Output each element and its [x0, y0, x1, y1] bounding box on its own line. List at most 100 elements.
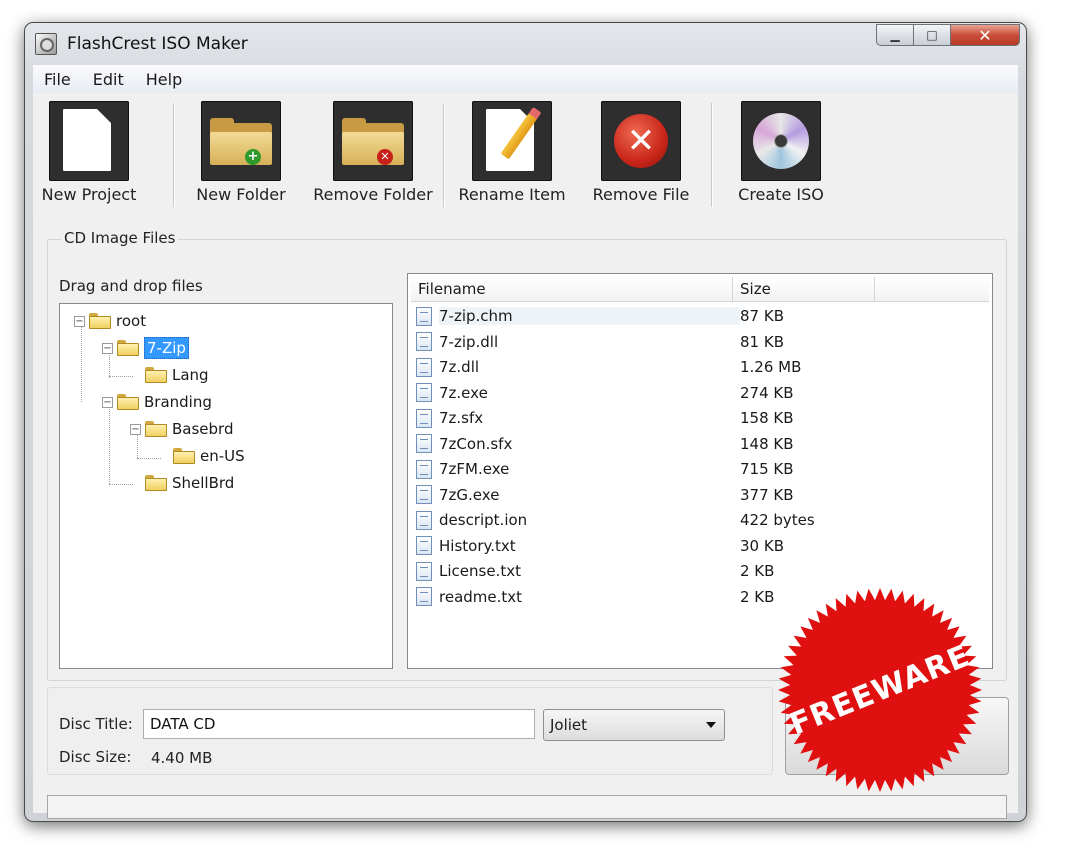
collapse-icon[interactable]: − — [102, 396, 113, 408]
tree-node-en-us[interactable]: en-US — [173, 445, 245, 467]
group-label: CD Image Files — [61, 229, 179, 247]
file-size: 158 KB — [740, 409, 794, 427]
folder-add-icon: + — [201, 101, 281, 181]
create-iso-button[interactable]: Create ISO — [733, 101, 829, 207]
filesystem-select[interactable]: Joliet — [543, 709, 725, 741]
new-folder-label: New Folder — [196, 185, 286, 204]
tree-label: Basebrd — [172, 420, 234, 438]
file-icon — [416, 306, 432, 326]
new-page-icon — [49, 101, 129, 181]
file-icon — [416, 408, 432, 428]
collapse-icon[interactable]: − — [74, 315, 85, 327]
tree-node-shellbrd[interactable]: ShellBrd — [145, 472, 234, 494]
new-folder-button[interactable]: + New Folder — [193, 101, 289, 207]
tree-label: ShellBrd — [172, 474, 235, 492]
chevron-down-icon — [706, 722, 716, 728]
file-size: 30 KB — [740, 536, 784, 555]
rename-item-button[interactable]: Rename Item — [457, 101, 567, 207]
column-filename[interactable]: Filename — [411, 277, 733, 301]
column-header: Filename Size — [411, 277, 989, 302]
tree-label: 7-Zip — [144, 337, 189, 359]
freeware-seal: FREEWARE — [776, 586, 984, 794]
menu-help[interactable]: Help — [135, 70, 193, 89]
file-icon — [416, 459, 432, 479]
file-size: 274 KB — [740, 383, 794, 402]
file-icon — [416, 434, 432, 453]
minimize-button[interactable]: ▁ — [876, 24, 914, 46]
file-name: History.txt — [439, 536, 516, 555]
create-iso-label: Create ISO — [738, 185, 824, 204]
tree-node-basebrd[interactable]: − Basebrd — [130, 418, 233, 440]
caption-buttons: ▁ □ ✕ — [876, 24, 1020, 46]
new-project-button[interactable]: New Project — [41, 101, 137, 207]
file-row[interactable]: 7zFM.exe 715 KB — [414, 457, 984, 481]
collapse-icon[interactable]: − — [102, 342, 113, 354]
file-size: 422 bytes — [740, 511, 815, 529]
disc-size-label: Disc Size: — [59, 748, 132, 766]
file-name: 7z.exe — [439, 383, 488, 402]
toolbar-separator — [443, 103, 445, 207]
new-project-label: New Project — [41, 185, 137, 204]
column-size[interactable]: Size — [733, 277, 875, 301]
file-name: 7-zip.dll — [439, 332, 499, 351]
tree-label: Branding — [144, 393, 212, 411]
file-icon — [416, 510, 432, 530]
file-size: 148 KB — [740, 434, 794, 453]
file-icon — [416, 332, 432, 351]
disc-icon — [741, 101, 821, 181]
file-row[interactable]: descript.ion 422 bytes — [414, 508, 984, 532]
file-row[interactable]: 7-zip.dll 81 KB — [414, 330, 984, 354]
file-name: 7z.dll — [439, 358, 480, 376]
close-button[interactable]: ✕ — [950, 24, 1020, 46]
file-name: 7z.sfx — [439, 409, 484, 427]
disc-title-input[interactable] — [143, 709, 535, 739]
file-icon — [416, 383, 432, 402]
remove-file-button[interactable]: ✕ Remove File — [589, 101, 693, 207]
column-empty — [875, 277, 985, 301]
file-icon — [416, 536, 432, 555]
maximize-button[interactable]: □ — [913, 24, 951, 46]
file-row[interactable]: 7zG.exe 377 KB — [414, 483, 984, 507]
folder-icon — [117, 340, 139, 356]
file-row[interactable]: 7z.exe 274 KB — [414, 381, 984, 405]
file-name: 7-zip.chm — [439, 307, 740, 325]
file-size: 1.26 MB — [740, 358, 802, 376]
menu-edit[interactable]: Edit — [82, 70, 135, 89]
tree-label: en-US — [200, 447, 245, 465]
title-bar[interactable]: FlashCrest ISO Maker ▁ □ ✕ — [25, 23, 1026, 65]
file-name: License.txt — [439, 562, 521, 580]
file-icon — [416, 357, 432, 377]
menu-bar: File Edit Help — [33, 65, 1018, 94]
remove-folder-label: Remove Folder — [313, 185, 433, 204]
file-name: readme.txt — [439, 587, 523, 606]
tree-node-lang[interactable]: Lang — [145, 364, 209, 386]
file-icon — [416, 561, 432, 581]
menu-file[interactable]: File — [33, 70, 82, 89]
folder-tree[interactable]: − root − 7-Zip Lang − Branding − Basebrd… — [59, 303, 393, 669]
file-name: 7zCon.sfx — [439, 434, 513, 453]
remove-x-icon: ✕ — [601, 101, 681, 181]
file-icon — [416, 587, 432, 606]
file-row[interactable]: 7z.sfx 158 KB — [414, 406, 984, 430]
folder-icon — [117, 394, 139, 410]
app-icon — [35, 33, 57, 55]
remove-folder-button[interactable]: ✕ Remove Folder — [313, 101, 433, 207]
file-row[interactable]: 7-zip.chm 87 KB — [414, 304, 984, 328]
filesystem-value: Joliet — [550, 716, 588, 734]
file-row[interactable]: 7z.dll 1.26 MB — [414, 355, 984, 379]
file-size: 87 KB — [740, 307, 784, 325]
file-row[interactable]: 7zCon.sfx 148 KB — [414, 432, 984, 456]
collapse-icon[interactable]: − — [130, 423, 141, 435]
file-row[interactable]: History.txt 30 KB — [414, 534, 984, 558]
toolbar-separator — [173, 103, 175, 207]
toolbar-separator — [711, 103, 713, 207]
tree-node-branding[interactable]: − Branding — [102, 391, 212, 413]
tree-node-7-zip[interactable]: − 7-Zip — [102, 337, 189, 359]
drag-drop-label: Drag and drop files — [59, 277, 203, 295]
tree-node-root[interactable]: − root — [74, 310, 146, 332]
folder-remove-icon: ✕ — [333, 101, 413, 181]
disc-title-label: Disc Title: — [59, 715, 133, 733]
tree-label: Lang — [172, 366, 209, 384]
folder-icon — [145, 421, 167, 437]
folder-icon — [89, 313, 111, 329]
